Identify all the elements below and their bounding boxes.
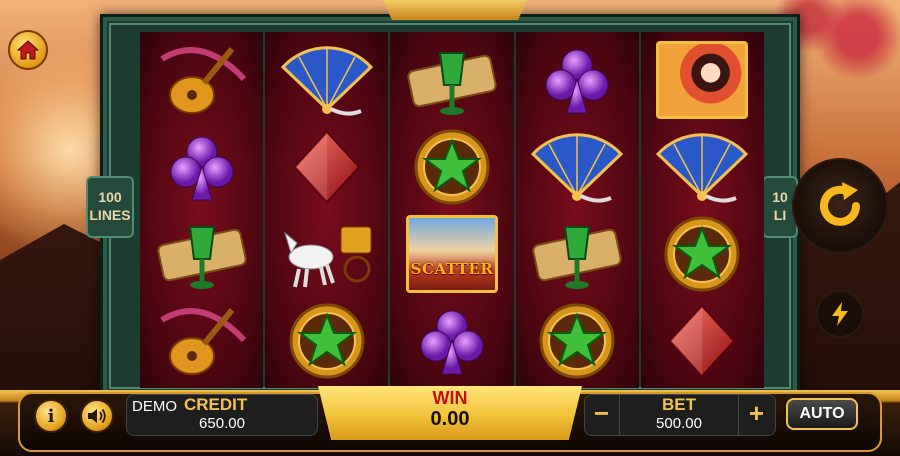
symbol-green-star-medallion <box>527 300 627 382</box>
credit-value: 650.00 <box>199 415 245 432</box>
fan-icon <box>280 45 373 116</box>
win-value: 0.00 <box>430 408 470 430</box>
symbol-green-star-medallion <box>652 213 752 295</box>
red-diamond-icon <box>293 130 361 203</box>
green-star-medallion-icon <box>539 303 615 378</box>
pipa-lute-icon <box>160 307 246 375</box>
symbol-purple-club <box>152 126 252 208</box>
symbol-fan <box>277 39 377 121</box>
jade-goblet-scroll-icon <box>407 51 497 115</box>
symbol-pipa-lute <box>152 300 252 382</box>
info-icon: i <box>47 405 55 427</box>
lines-indicator-left: 100 LINES <box>86 176 134 238</box>
reel-2 <box>265 32 389 388</box>
symbol-lady <box>652 39 752 121</box>
turbo-button[interactable] <box>816 290 864 338</box>
symbol-jade-goblet-scroll <box>152 213 252 295</box>
symbol-purple-club <box>527 39 627 121</box>
bet-increase-button[interactable]: + <box>738 394 774 436</box>
lines-unit: LINES <box>89 207 131 223</box>
green-star-medallion-icon <box>664 216 740 291</box>
lady-portrait <box>656 40 749 119</box>
purple-club-icon <box>545 49 609 113</box>
lines-count: 100 <box>98 189 122 205</box>
bet-decrease-button[interactable]: − <box>584 394 620 436</box>
reel-3: SCATTER <box>390 32 514 388</box>
symbol-fan <box>652 126 752 208</box>
fan-icon <box>656 132 749 203</box>
purple-club-icon <box>420 310 484 374</box>
symbol-scatter: SCATTER <box>402 213 502 295</box>
scatter-label: SCATTER <box>410 259 494 278</box>
info-button[interactable]: i <box>34 399 68 433</box>
bet-value: 500.00 <box>656 415 702 432</box>
reel-1 <box>140 32 264 388</box>
purple-club-icon <box>170 136 234 200</box>
sound-button[interactable] <box>80 399 114 433</box>
reel-4 <box>515 32 639 388</box>
home-icon <box>16 40 40 60</box>
win-label: WIN <box>432 388 468 408</box>
red-diamond-icon <box>669 304 736 377</box>
symbol-jade-goblet-scroll <box>402 39 502 121</box>
symbol-green-star-medallion <box>277 300 377 382</box>
spin-button[interactable] <box>792 158 888 254</box>
fan-icon <box>531 132 624 203</box>
home-button[interactable] <box>8 30 48 70</box>
symbol-red-diamond <box>652 300 752 382</box>
horse-chariot-icon <box>283 226 372 287</box>
pipa-lute-icon <box>160 46 246 114</box>
reel-5 <box>640 32 765 388</box>
symbol-purple-club <box>402 300 502 382</box>
symbol-fan <box>527 126 627 208</box>
green-star-medallion-icon <box>414 129 490 204</box>
symbol-pipa-lute <box>152 39 252 121</box>
reel-grid: SCATTER <box>140 32 765 388</box>
symbol-red-diamond <box>277 126 377 208</box>
demo-label: DEMO <box>132 398 177 415</box>
symbol-jade-goblet-scroll <box>527 213 627 295</box>
jade-goblet-scroll-icon <box>532 225 622 289</box>
symbol-green-star-medallion <box>402 126 502 208</box>
jade-goblet-scroll-icon <box>156 225 247 289</box>
speaker-icon <box>88 408 106 424</box>
auto-spin-button[interactable]: AUTO <box>786 398 858 430</box>
green-star-medallion-icon <box>289 303 365 378</box>
game-logo <box>380 0 530 20</box>
scatter-tile: SCATTER <box>406 214 498 293</box>
bet-label: BET <box>662 395 696 414</box>
lightning-icon <box>832 302 848 326</box>
symbol-horse-chariot <box>277 213 377 295</box>
refresh-icon <box>820 182 860 226</box>
credit-label: CREDIT <box>184 395 248 414</box>
